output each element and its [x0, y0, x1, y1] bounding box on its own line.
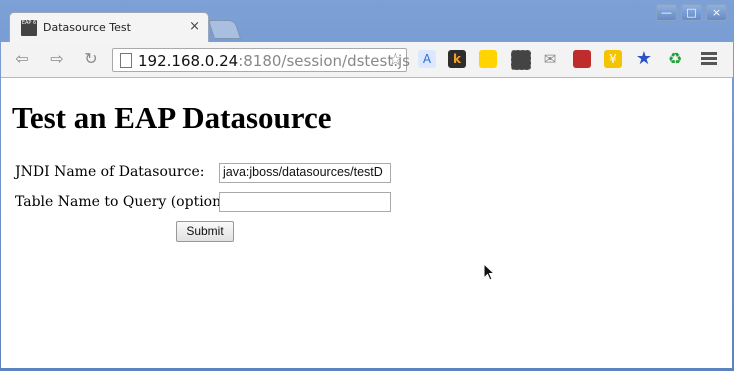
bookmark-star-icon[interactable]: ★: [635, 50, 653, 68]
reload-icon[interactable]: ↻: [79, 47, 103, 71]
bookmark-star-outline-icon[interactable]: ☆: [388, 50, 403, 70]
page-icon: [120, 53, 132, 68]
evernote-icon[interactable]: [511, 50, 531, 70]
page-title: Test an EAP Datasource: [12, 100, 332, 135]
submit-button[interactable]: Submit: [176, 221, 234, 242]
page-content: Test an EAP Datasource JNDI Name of Data…: [1, 78, 732, 368]
coin-icon[interactable]: ¥: [604, 50, 622, 68]
sticky-note-icon[interactable]: [479, 50, 497, 68]
maximize-button[interactable]: □: [681, 4, 702, 21]
browser-window: EAP 6 Datasource Test × — □ × ⇦ ⇨ ↻ 192.…: [0, 0, 734, 371]
minimize-button[interactable]: —: [656, 4, 677, 21]
menu-icon[interactable]: [701, 50, 717, 68]
forward-icon[interactable]: ⇨: [45, 47, 69, 71]
close-window-button[interactable]: ×: [706, 4, 727, 21]
tab-datasource-test[interactable]: EAP 6 Datasource Test ×: [9, 12, 209, 42]
mail-icon[interactable]: ✉: [541, 50, 559, 68]
tab-close-icon[interactable]: ×: [189, 19, 200, 34]
browser-toolbar: ⇦ ⇨ ↻ 192.168.0.24:8180/session/dstest.j…: [1, 42, 733, 78]
tab-title: Datasource Test: [43, 21, 131, 34]
table-input[interactable]: [219, 192, 391, 212]
book-icon[interactable]: [573, 50, 591, 68]
new-tab-button[interactable]: [207, 20, 242, 39]
jndi-label: JNDI Name of Datasource:: [15, 164, 205, 180]
table-label: Table Name to Query (optional):: [15, 194, 245, 210]
k-icon[interactable]: k: [448, 50, 466, 68]
mouse-cursor-icon: [483, 263, 495, 281]
jndi-input[interactable]: java:jboss/datasources/testD: [219, 163, 391, 183]
back-icon[interactable]: ⇦: [10, 47, 34, 71]
eap-favicon-icon: EAP 6: [21, 20, 37, 36]
url-text: 192.168.0.24:8180/session/dstest.js: [138, 52, 410, 70]
title-bar: EAP 6 Datasource Test × — □ ×: [0, 0, 734, 42]
address-bar[interactable]: 192.168.0.24:8180/session/dstest.js ☆: [112, 48, 410, 72]
recycle-icon[interactable]: ♻: [666, 50, 684, 68]
translate-icon[interactable]: A: [418, 50, 436, 68]
